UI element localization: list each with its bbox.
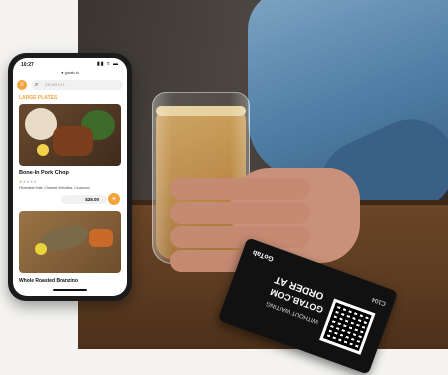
status-icons: ▮▮ ≈ ▬ — [96, 61, 119, 67]
status-time: 10:27 — [21, 62, 34, 68]
section-title: LARGE PLATES — [19, 95, 58, 101]
url-bar[interactable]: ● gotab.io — [13, 70, 127, 75]
add-to-cart-button[interactable]: + — [108, 193, 120, 205]
star-empty-icon: ★★★★ — [22, 179, 37, 184]
phone: 10:27 ▮▮ ≈ ▬ ● gotab.io ≡ ⌕ SEARCH... LA… — [8, 53, 132, 301]
phone-screen: 10:27 ▮▮ ≈ ▬ ● gotab.io ≡ ⌕ SEARCH... LA… — [13, 58, 127, 296]
item-image[interactable] — [19, 211, 121, 273]
menu-icon[interactable]: ≡ — [17, 80, 27, 90]
qr-code-icon — [319, 298, 376, 355]
item-image[interactable] — [19, 104, 121, 166]
card-brand: GoTab — [252, 248, 275, 263]
search-icon: ⌕ — [35, 82, 39, 88]
item-description: Florentine Kale, Charred Shishitos, Cous… — [19, 186, 90, 190]
item-price: $28.00 — [61, 195, 107, 204]
item-title[interactable]: Bone-In Pork Chop — [19, 170, 69, 176]
card-tag: C104 — [371, 295, 387, 307]
search-input[interactable]: ⌕ SEARCH... — [31, 80, 123, 90]
status-bar: 10:27 ▮▮ ≈ ▬ — [13, 58, 127, 70]
finger — [170, 202, 310, 224]
home-indicator — [53, 289, 87, 291]
search-placeholder: SEARCH... — [45, 82, 70, 87]
item-rating: ★★★★★ — [19, 179, 37, 184]
top-nav: ≡ ⌕ SEARCH... — [17, 78, 123, 92]
finger — [170, 178, 310, 200]
item-title[interactable]: Whole Roasted Branzino — [19, 278, 78, 284]
finger — [170, 226, 310, 248]
